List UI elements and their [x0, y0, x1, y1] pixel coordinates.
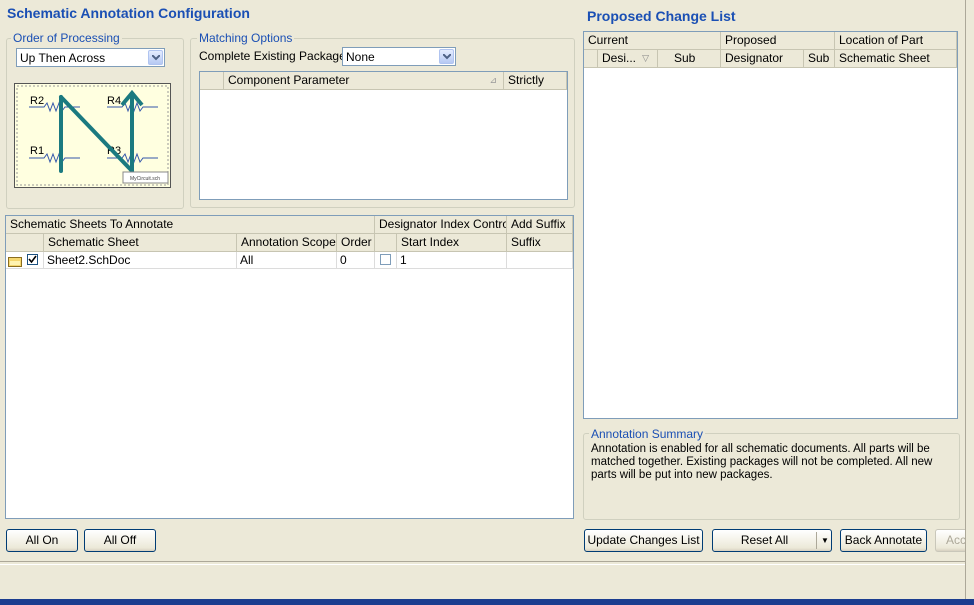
column-strictly[interactable]: Strictly [504, 72, 567, 90]
complete-packages-select[interactable]: None [342, 47, 456, 66]
preview-label-r1: R1 [30, 145, 44, 157]
column-order[interactable]: Order [337, 234, 375, 252]
suffix-value[interactable] [507, 252, 573, 269]
column-proposed-sub[interactable]: Sub [804, 50, 835, 68]
preview-caption: MyCircuit.sch [130, 176, 160, 182]
schematic-sheets-grid[interactable]: Schematic Sheets To Annotate Designator … [5, 215, 574, 519]
table-row[interactable] [6, 252, 44, 269]
proposed-change-list-title: Proposed Change List [587, 8, 736, 24]
grid-row-header [200, 72, 224, 90]
column-current-designator-label: Desi... [602, 51, 637, 65]
column-index-enable [375, 234, 397, 252]
preview-label-r4: R4 [107, 95, 121, 107]
column-component-parameter[interactable]: Component Parameter ⊿ [224, 72, 504, 90]
dialog-title: Schematic Annotation Configuration [7, 5, 250, 21]
matching-options-label: Matching Options [197, 31, 295, 45]
matching-parameters-grid[interactable]: Component Parameter ⊿ Strictly [199, 71, 568, 200]
group-header-proposed: Proposed [721, 32, 835, 50]
filter-icon[interactable]: ▽ [642, 50, 649, 67]
reset-all-label: Reset All [740, 533, 789, 547]
index-enable-cell[interactable] [375, 252, 397, 269]
group-header-sheets: Schematic Sheets To Annotate [6, 216, 375, 234]
sort-icon: ⊿ [489, 75, 497, 85]
group-header-location: Location of Part [835, 32, 957, 50]
group-header-designator-index: Designator Index Control [375, 216, 507, 234]
split-divider [816, 532, 817, 549]
complete-packages-label: Complete Existing Packages [199, 49, 352, 63]
chevron-down-icon[interactable]: ▼ [821, 530, 829, 551]
update-changes-list-button[interactable]: Update Changes List [584, 529, 703, 552]
sheet-enable-checkbox[interactable] [27, 254, 38, 265]
annotation-summary-text: Annotation is enabled for all schematic … [591, 443, 933, 481]
column-proposed-designator[interactable]: Designator [721, 50, 804, 68]
window-bottom-border [0, 599, 974, 605]
annotation-scope-value[interactable]: All [237, 252, 337, 269]
index-enable-checkbox[interactable] [380, 254, 391, 265]
document-icon [8, 255, 22, 268]
order-of-processing-value: Up Then Across [20, 51, 106, 65]
chevron-down-icon[interactable] [148, 50, 163, 65]
sheet-name[interactable]: Sheet2.SchDoc [44, 252, 237, 269]
annotation-summary-label: Annotation Summary [589, 427, 706, 441]
all-on-button[interactable]: All On [6, 529, 78, 552]
column-suffix[interactable]: Suffix [507, 234, 573, 252]
proposed-changes-grid[interactable]: Current Proposed Location of Part Desi..… [583, 31, 958, 419]
order-of-processing-select[interactable]: Up Then Across [16, 48, 165, 67]
column-annotation-scope[interactable]: Annotation Scope [237, 234, 337, 252]
start-index-value[interactable]: 1 [397, 252, 507, 269]
column-select [6, 234, 44, 252]
group-header-current: Current [584, 32, 721, 50]
preview-label-r2: R2 [30, 95, 44, 107]
bottom-separator [0, 561, 965, 565]
window-edge-scrollbar[interactable] [965, 0, 974, 605]
all-off-button[interactable]: All Off [84, 529, 156, 552]
column-component-parameter-label: Component Parameter [228, 73, 350, 87]
reset-all-button[interactable]: Reset All ▼ [712, 529, 832, 552]
column-schematic-sheet-location[interactable]: Schematic Sheet [835, 50, 957, 68]
chevron-down-icon[interactable] [439, 49, 454, 64]
column-start-index[interactable]: Start Index [397, 234, 507, 252]
column-current-designator[interactable]: Desi... ▽ [598, 50, 658, 68]
group-header-add-suffix: Add Suffix [507, 216, 573, 234]
column-schematic-sheet[interactable]: Schematic Sheet [44, 234, 237, 252]
processing-order-preview: R2 R4 R1 R3 MyCircuit.sch [14, 83, 171, 188]
back-annotate-button[interactable]: Back Annotate [840, 529, 927, 552]
column-row-indicator [584, 50, 598, 68]
column-current-sub[interactable]: Sub [658, 50, 721, 68]
order-of-processing-label: Order of Processing [11, 31, 122, 45]
order-value[interactable]: 0 [337, 252, 375, 269]
complete-packages-value: None [346, 50, 375, 64]
